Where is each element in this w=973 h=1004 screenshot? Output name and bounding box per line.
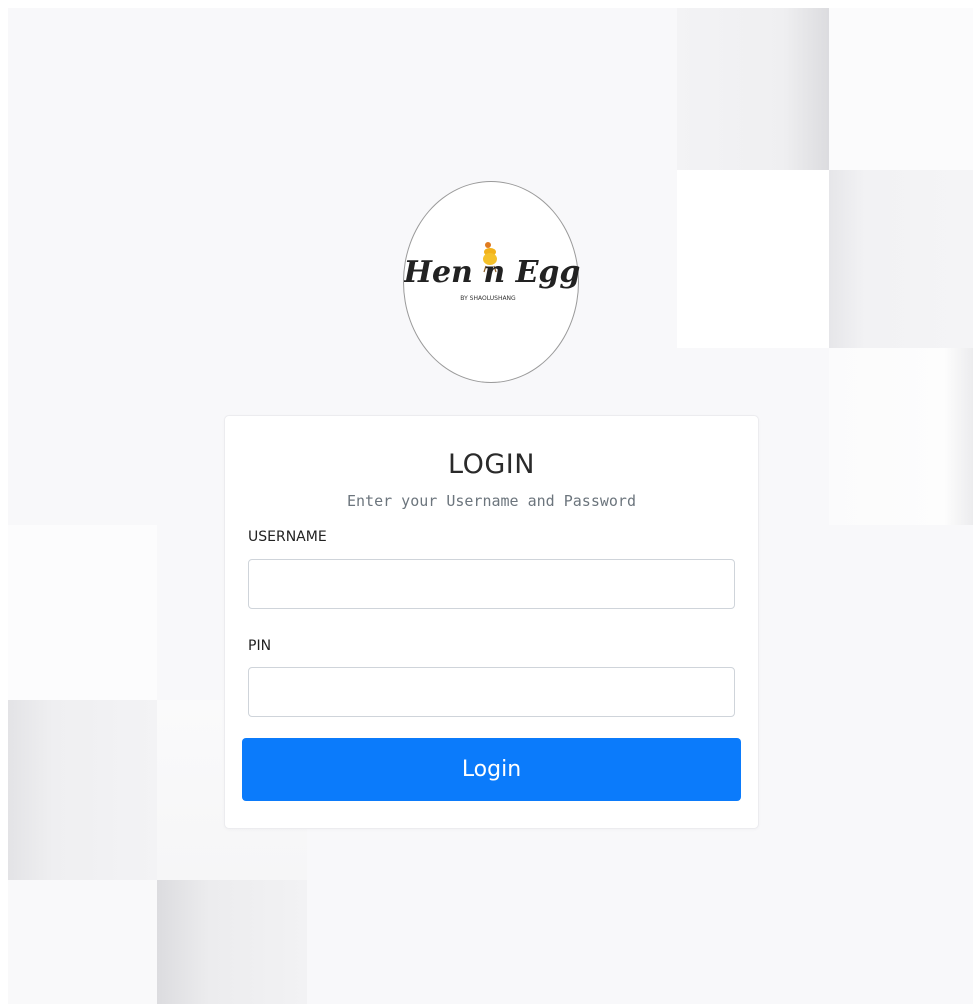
background-tile [8,700,157,880]
pin-label: PIN [248,638,272,654]
background-tile [677,8,829,170]
background-tile [829,8,973,170]
login-subtitle: Enter your Username and Password [347,492,636,510]
hen-logo-graphic: Hen n Egg BY SHAOLUSHANG [404,242,580,302]
page-background: Hen n Egg BY SHAOLUSHANG LOGIN Enter you… [8,8,973,1004]
logo-tagline: BY SHAOLUSHANG [460,295,516,302]
username-label: USERNAME [248,529,327,545]
brand-logo: Hen n Egg BY SHAOLUSHANG [403,181,580,383]
background-tile [8,525,157,700]
login-card: LOGIN Enter your Username and Password U… [224,415,759,829]
username-input[interactable] [248,559,735,609]
login-title: LOGIN [448,449,535,480]
pin-input[interactable] [248,667,735,717]
logo-wordmark: Hen n Egg [404,255,580,290]
background-tile [829,348,973,525]
background-tile [8,880,157,1004]
background-tile [677,170,829,348]
background-tile [829,170,973,348]
login-button[interactable]: Login [242,738,741,801]
background-tile [157,880,307,1004]
